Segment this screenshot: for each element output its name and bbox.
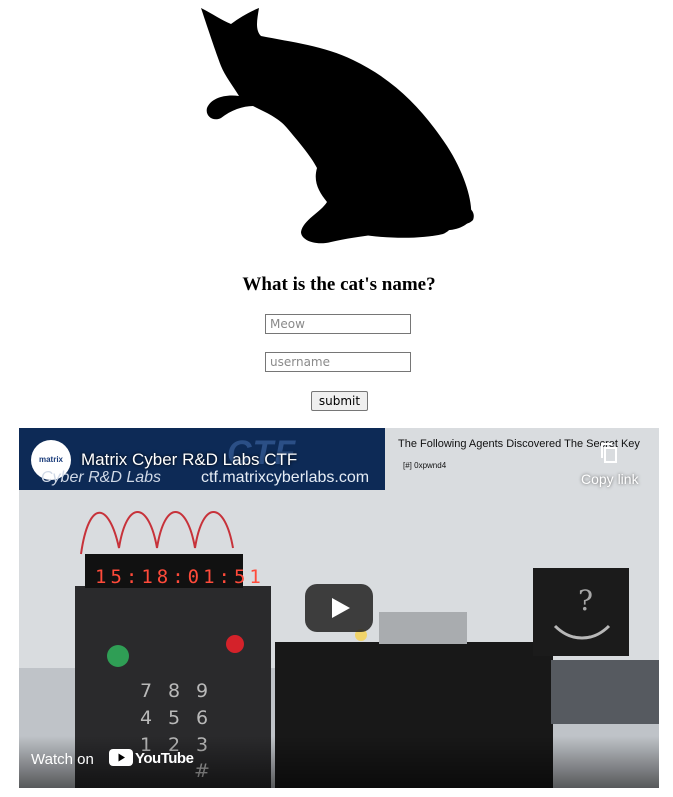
countdown-clock-display: 15:18:01:51 (95, 566, 265, 588)
video-title-link[interactable]: Matrix Cyber R&D Labs CTF (81, 450, 297, 470)
keypad-key: 8 (167, 680, 181, 702)
overlay-agent: [#] 0xpwnd4 (403, 461, 447, 470)
keypad-key: 4 (139, 707, 153, 729)
cat-silhouette-image (201, 8, 474, 244)
youtube-video-player[interactable]: ? 15:18:01:51 7 8 9 4 5 6 1 2 3 # CTF ma… (19, 428, 659, 788)
youtube-wordmark[interactable]: YouTube (135, 750, 194, 767)
channel-banner: CTF matrix Cyber R&D Labs ctf.matrixcybe… (19, 428, 385, 490)
keypad-key: 9 (195, 680, 209, 702)
play-icon[interactable] (305, 584, 373, 632)
banner-url: ctf.matrixcyberlabs.com (201, 469, 370, 486)
banner-subtitle: Cyber R&D Labs (41, 469, 162, 486)
copy-link-icon[interactable] (598, 442, 620, 464)
svg-text:?: ? (578, 584, 593, 617)
submit-button[interactable]: submit (311, 391, 368, 411)
youtube-logo-icon[interactable] (109, 749, 133, 766)
keypad-key: 5 (167, 707, 181, 729)
keypad-key: 7 (139, 680, 153, 702)
copy-link-button[interactable]: Copy link (581, 471, 639, 487)
cat-name-input[interactable] (265, 314, 411, 334)
username-input[interactable] (265, 352, 411, 372)
page-question: What is the cat's name? (242, 274, 436, 295)
keypad-key: 6 (195, 707, 209, 729)
watch-on-label[interactable]: Watch on (31, 751, 94, 768)
